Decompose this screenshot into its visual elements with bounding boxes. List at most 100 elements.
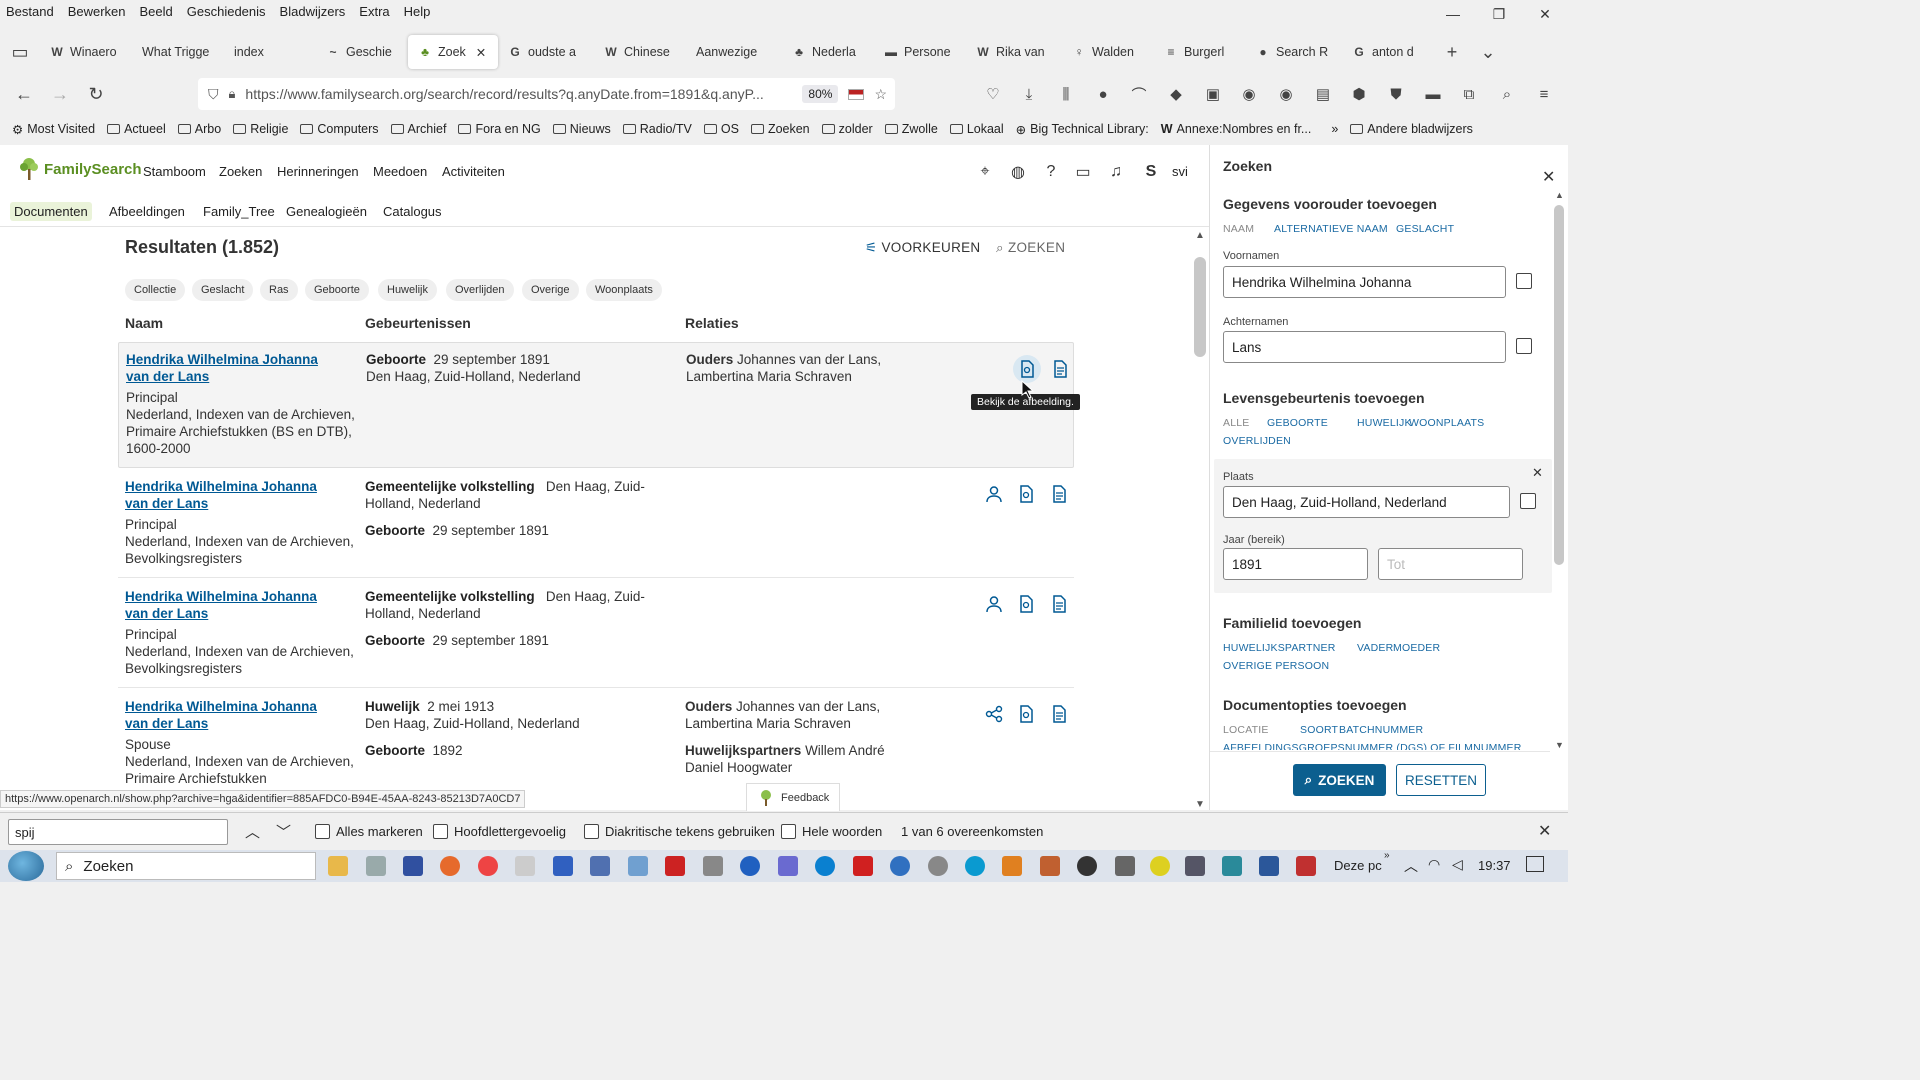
bookmark-folder[interactable]: Lokaal: [944, 122, 1010, 136]
star-icon[interactable]: ☆: [874, 86, 887, 103]
scroll-up-icon[interactable]: ▲: [1555, 190, 1564, 200]
find-input[interactable]: spij: [8, 819, 228, 845]
bookmark-folder[interactable]: Radio/TV: [617, 122, 698, 136]
extension-s-icon[interactable]: ●: [1092, 83, 1114, 105]
link-alle[interactable]: ALLE: [1223, 417, 1250, 429]
link-moeder[interactable]: MOEDER: [1393, 642, 1440, 654]
person-icon[interactable]: [983, 593, 1005, 615]
settings-icon[interactable]: [928, 856, 948, 876]
bookmark-folder[interactable]: Religie: [227, 122, 294, 136]
result-name-link[interactable]: Hendrika Wilhelmina Johanna van der Lans: [125, 589, 317, 621]
back-icon[interactable]: ←: [6, 78, 42, 110]
globe-icon[interactable]: ◍: [1008, 162, 1028, 182]
tab-1[interactable]: W Winaero: [40, 35, 132, 69]
result-name-link[interactable]: Hendrika Wilhelmina Johanna van der Lans: [126, 352, 318, 384]
bookmark-folder[interactable]: Actueel: [101, 122, 172, 136]
tab-14[interactable]: ● Search R: [1246, 35, 1342, 69]
view-record-icon[interactable]: [1049, 358, 1071, 380]
preferences-button[interactable]: ⚟ VOORKEUREN: [865, 240, 981, 256]
feedback-button[interactable]: Feedback: [746, 783, 841, 811]
nav-meedoen[interactable]: Meedoen: [373, 164, 427, 179]
edge-icon[interactable]: [965, 856, 985, 876]
chevron-down-icon[interactable]: ⌄: [1470, 36, 1506, 68]
filter-chip-overige[interactable]: Overige: [522, 279, 579, 301]
reset-button[interactable]: RESETTEN: [1396, 764, 1486, 796]
link-alternatieve-naam[interactable]: ALTERNATIEVE NAAM: [1274, 223, 1388, 235]
extension-icon[interactable]: ◉: [1275, 83, 1297, 105]
tab-3[interactable]: index: [224, 35, 316, 69]
search-toggle-button[interactable]: ⌕ ZOEKEN: [996, 240, 1065, 256]
app-icon[interactable]: [703, 856, 723, 876]
tree-link-icon[interactable]: [983, 703, 1005, 725]
filter-chip-geslacht[interactable]: Geslacht: [192, 279, 254, 301]
tab-11[interactable]: W Rika van: [966, 35, 1062, 69]
view-record-icon[interactable]: [1048, 703, 1070, 725]
bookmark-folder[interactable]: OS: [698, 122, 745, 136]
app-icon[interactable]: [1150, 856, 1170, 876]
link-naam[interactable]: NAAM: [1223, 223, 1254, 235]
app-icon[interactable]: [1185, 856, 1205, 876]
user-name[interactable]: svi: [1172, 164, 1188, 179]
location-pin-icon[interactable]: ⌖: [975, 162, 995, 182]
link-overlijden[interactable]: OVERLIJDEN: [1223, 435, 1291, 447]
view-image-icon[interactable]: [1015, 593, 1037, 615]
tab-10[interactable]: ▬ Persone: [874, 35, 966, 69]
checkbox[interactable]: [781, 824, 796, 839]
place-input[interactable]: Den Haag, Zuid-Holland, Nederland: [1223, 486, 1510, 518]
taskbar-search[interactable]: ⌕ Zoeken: [56, 852, 316, 880]
menu-bestand[interactable]: Bestand: [6, 4, 54, 19]
more-bookmarks-icon[interactable]: »: [1325, 122, 1344, 136]
tab-6[interactable]: Goudste a: [498, 35, 594, 69]
extension-icon[interactable]: ◉: [1238, 83, 1260, 105]
tab-2[interactable]: What Trigge: [132, 35, 224, 69]
minimize-button[interactable]: —: [1430, 0, 1476, 28]
tab-active-familysearch[interactable]: ♣ Zoek ✕: [408, 35, 498, 69]
year-to-input[interactable]: Tot: [1378, 548, 1523, 580]
close-window-button[interactable]: ✕: [1522, 0, 1568, 28]
bookmark-folder[interactable]: Archief: [385, 122, 453, 136]
scroll-down-icon[interactable]: ▼: [1195, 799, 1205, 810]
filter-chip-huwelijk[interactable]: Huwelijk: [378, 279, 437, 301]
tab-documenten[interactable]: Documenten: [10, 202, 92, 221]
app-icon[interactable]: [628, 856, 648, 876]
avatar[interactable]: S: [1141, 162, 1161, 182]
link-locatie[interactable]: LOCATIE: [1223, 724, 1269, 736]
wifi-icon[interactable]: ◠: [1428, 856, 1440, 873]
word-icon[interactable]: [1259, 856, 1279, 876]
extension-icon[interactable]: ▣: [1202, 83, 1224, 105]
result-name-link[interactable]: Hendrika Wilhelmina Johanna van der Lans: [125, 699, 317, 731]
menu-geschiedenis[interactable]: Geschiedenis: [187, 4, 266, 19]
firefox-icon[interactable]: [440, 856, 460, 876]
flag-icon[interactable]: [848, 88, 865, 100]
tab-4[interactable]: ~ Geschie: [316, 35, 408, 69]
tab-genealogieen[interactable]: Genealogieën: [282, 202, 371, 221]
close-tab-icon[interactable]: ✕: [476, 45, 486, 60]
bookmark-folder[interactable]: Computers: [294, 122, 384, 136]
tab-afbeeldingen[interactable]: Afbeeldingen: [105, 202, 189, 221]
menu-help[interactable]: Help: [404, 4, 431, 19]
toolbar-expand-icon[interactable]: »: [1384, 850, 1390, 861]
tab-13[interactable]: ≡ Burgerl: [1154, 35, 1246, 69]
checkbox[interactable]: [433, 824, 448, 839]
person-icon[interactable]: [983, 483, 1005, 505]
url-bar[interactable]: ⛉ 🔒︎ https://www.familysearch.org/search…: [198, 78, 895, 110]
menu-bewerken[interactable]: Bewerken: [68, 4, 126, 19]
download-icon[interactable]: ⤓: [1018, 83, 1040, 105]
save-app-icon[interactable]: [403, 856, 423, 876]
app-icon[interactable]: [1296, 856, 1316, 876]
app-icon[interactable]: [590, 856, 610, 876]
familysearch-logo[interactable]: FamilySearch: [18, 157, 142, 181]
bookmark-folder[interactable]: Fora en NG: [452, 122, 546, 136]
link-soort[interactable]: SOORT: [1300, 724, 1338, 736]
nav-zoeken[interactable]: Zoeken: [219, 164, 262, 179]
link-batchnummer[interactable]: BATCHNUMMER: [1339, 724, 1423, 736]
menu-beeld[interactable]: Beeld: [140, 4, 173, 19]
tab-15[interactable]: Ganton d: [1342, 35, 1434, 69]
deze-pc-toolbar[interactable]: Deze pc: [1334, 858, 1382, 873]
bookmark-most-visited[interactable]: ⚙ Most Visited: [6, 122, 101, 137]
scroll-thumb[interactable]: [1194, 257, 1206, 357]
place-exact-checkbox[interactable]: [1520, 493, 1536, 509]
nav-activiteiten[interactable]: Activiteiten: [442, 164, 505, 179]
nav-stamboom[interactable]: Stamboom: [143, 164, 206, 179]
match-case-option[interactable]: Hoofdlettergevoelig: [433, 824, 566, 839]
